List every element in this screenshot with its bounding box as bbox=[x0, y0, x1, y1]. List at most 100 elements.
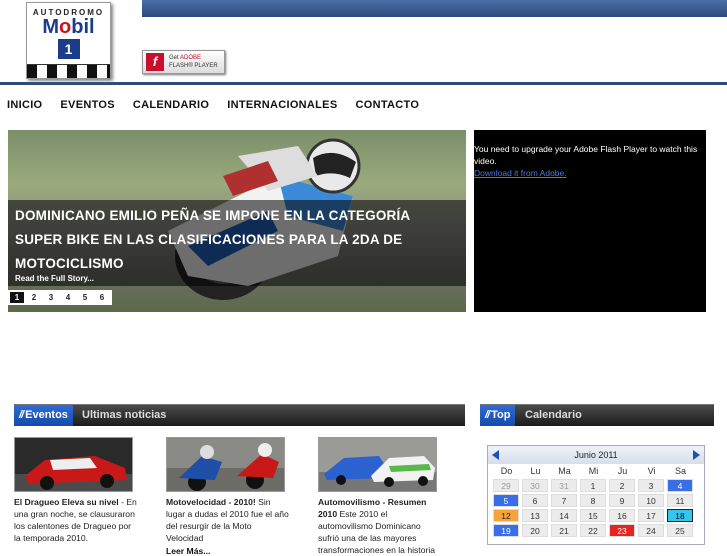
calendar-day[interactable]: 24 bbox=[638, 524, 664, 537]
motorcycle-race-image bbox=[167, 438, 284, 491]
events-calendar: Junio 2011 Do Lu Ma Mi Ju Vi Sa 29 30 31… bbox=[487, 445, 705, 545]
slider-page-5[interactable]: 5 bbox=[78, 292, 92, 303]
logo-brand-rest: bil bbox=[71, 16, 95, 38]
news-title-dragueo[interactable]: El Dragueo Eleva su nivel bbox=[14, 497, 119, 507]
flash-icon: f bbox=[146, 53, 164, 71]
logo-brand-m: M bbox=[42, 16, 60, 38]
eventos-section-bar: //Eventos Ultimas noticias bbox=[14, 404, 465, 426]
top-slashes: // bbox=[485, 409, 490, 421]
slider-page-3[interactable]: 3 bbox=[44, 292, 58, 303]
weekday-label: Ju bbox=[617, 466, 628, 476]
race-car-image bbox=[15, 438, 132, 491]
news-card-automovilismo: Automovilismo - Resumen 2010 Este 2010 e… bbox=[318, 437, 443, 556]
calendar-day-today[interactable]: 18 bbox=[667, 509, 693, 522]
weekday-label: Sa bbox=[674, 466, 686, 476]
news-thumbnail-dragueo[interactable] bbox=[14, 437, 133, 492]
calendar-day-event[interactable]: 4 bbox=[667, 479, 693, 492]
calendar-day[interactable]: 14 bbox=[551, 509, 577, 522]
weekday-label: Ma bbox=[558, 466, 571, 476]
calendar-day[interactable]: 13 bbox=[522, 509, 548, 522]
eventos-tag-label: Eventos bbox=[25, 409, 68, 421]
autodromo-mobil-logo[interactable]: AUTODROMO Mobil 1 bbox=[26, 2, 111, 79]
eventos-tag[interactable]: //Eventos bbox=[14, 405, 73, 426]
featured-slider[interactable]: DOMINICANO EMILIO PEÑA SE IMPONE EN LA C… bbox=[8, 130, 466, 312]
slider-page-4[interactable]: 4 bbox=[61, 292, 75, 303]
news-title-motovelocidad[interactable]: Motovelocidad - 2010! bbox=[166, 497, 256, 507]
calendar-day[interactable]: 25 bbox=[667, 524, 693, 537]
touring-cars-image bbox=[319, 438, 436, 491]
calendar-section-bar: //Top Calendario bbox=[480, 404, 714, 426]
calendar-day[interactable]: 6 bbox=[522, 494, 548, 507]
leer-mas-link[interactable]: Leer Más... bbox=[166, 546, 291, 556]
calendar-day[interactable]: 17 bbox=[638, 509, 664, 522]
flash-button-text: Get ADOBE FLASH® PLAYER bbox=[169, 54, 218, 70]
flash-upgrade-message: You need to upgrade your Adobe Flash Pla… bbox=[474, 143, 706, 179]
calendar-day[interactable]: 16 bbox=[609, 509, 635, 522]
calendar-day[interactable]: 7 bbox=[551, 494, 577, 507]
calendar-day[interactable]: 20 bbox=[522, 524, 548, 537]
main-nav: INICIO EVENTOS CALENDARIO INTERNACIONALE… bbox=[7, 99, 419, 111]
calendar-day[interactable]: 22 bbox=[580, 524, 606, 537]
read-full-story-link[interactable]: Read the Full Story... bbox=[15, 274, 94, 283]
header-divider bbox=[0, 82, 727, 85]
calendar-header: Junio 2011 bbox=[488, 446, 704, 464]
calendar-day[interactable]: 29 bbox=[493, 479, 519, 492]
eventos-slashes: // bbox=[19, 409, 24, 421]
checkered-flag-icon bbox=[27, 64, 110, 78]
flash-line1-prefix: Get bbox=[169, 55, 181, 61]
logo-brand-o: o bbox=[59, 16, 72, 38]
news-thumbnail-motovelocidad[interactable] bbox=[166, 437, 285, 492]
flash-line2: FLASH® PLAYER bbox=[169, 63, 218, 69]
slider-page-6[interactable]: 6 bbox=[95, 292, 109, 303]
nav-eventos[interactable]: EVENTOS bbox=[60, 99, 114, 111]
slider-page-2[interactable]: 2 bbox=[27, 292, 41, 303]
nav-internacionales[interactable]: INTERNACIONALES bbox=[227, 99, 337, 111]
calendar-day[interactable]: 15 bbox=[580, 509, 606, 522]
calendar-day[interactable]: 21 bbox=[551, 524, 577, 537]
nav-calendario[interactable]: CALENDARIO bbox=[133, 99, 209, 111]
next-month-arrow-icon[interactable] bbox=[693, 450, 700, 460]
calendar-day[interactable]: 31 bbox=[551, 479, 577, 492]
logo-badge: 1 bbox=[57, 39, 80, 59]
news-thumbnail-automovilismo[interactable] bbox=[318, 437, 437, 492]
calendar-day[interactable]: 8 bbox=[580, 494, 606, 507]
slider-page-1[interactable]: 1 bbox=[10, 292, 24, 303]
calendar-section-title: Calendario bbox=[525, 409, 582, 421]
news-card-dragueo: El Dragueo Eleva su nivel - En una gran … bbox=[14, 437, 139, 544]
top-tag[interactable]: //Top bbox=[480, 405, 516, 426]
calendar-day[interactable]: 11 bbox=[667, 494, 693, 507]
top-tag-label: Top bbox=[491, 409, 511, 421]
flash-line1-brand: ADOBE bbox=[180, 55, 202, 61]
weekday-label: Mi bbox=[588, 466, 599, 476]
news-card-motovelocidad: Motovelocidad - 2010! Sin lugar a dudas … bbox=[166, 437, 291, 556]
calendar-day-event[interactable]: 5 bbox=[493, 494, 519, 507]
weekday-label: Lu bbox=[530, 466, 541, 476]
flash-upgrade-text: You need to upgrade your Adobe Flash Pla… bbox=[474, 144, 698, 166]
calendar-day[interactable]: 9 bbox=[609, 494, 635, 507]
news-body-motovelocidad: Motovelocidad - 2010! Sin lugar a dudas … bbox=[166, 496, 291, 544]
calendar-day[interactable]: 2 bbox=[609, 479, 635, 492]
news-body-dragueo: El Dragueo Eleva su nivel - En una gran … bbox=[14, 496, 139, 544]
calendar-day-race[interactable]: 23 bbox=[609, 524, 635, 537]
slider-pager: 1 2 3 4 5 6 bbox=[8, 290, 112, 305]
calendar-day-event[interactable]: 19 bbox=[493, 524, 519, 537]
download-adobe-link[interactable]: Download it from Adobe. bbox=[474, 168, 567, 178]
calendar-day-highlight[interactable]: 12 bbox=[493, 509, 519, 522]
news-body-automovilismo: Automovilismo - Resumen 2010 Este 2010 e… bbox=[318, 496, 443, 556]
weekday-label: Do bbox=[500, 466, 513, 476]
slider-headline[interactable]: DOMINICANO EMILIO PEÑA SE IMPONE EN LA C… bbox=[15, 204, 455, 276]
calendar-month-label: Junio 2011 bbox=[574, 450, 618, 460]
calendar-grid: Do Lu Ma Mi Ju Vi Sa 29 30 31 1 2 3 4 5 … bbox=[488, 464, 704, 538]
calendar-day[interactable]: 3 bbox=[638, 479, 664, 492]
nav-inicio[interactable]: INICIO bbox=[7, 99, 42, 111]
weekday-label: Vi bbox=[647, 466, 656, 476]
nav-contacto[interactable]: CONTACTO bbox=[355, 99, 419, 111]
get-flash-player-button[interactable]: f Get ADOBE FLASH® PLAYER bbox=[142, 50, 225, 74]
prev-month-arrow-icon[interactable] bbox=[492, 450, 499, 460]
eventos-section-title: Ultimas noticias bbox=[82, 409, 167, 421]
video-player[interactable]: You need to upgrade your Adobe Flash Pla… bbox=[474, 130, 706, 312]
logo-brand: Mobil bbox=[27, 17, 110, 37]
calendar-day[interactable]: 10 bbox=[638, 494, 664, 507]
calendar-day[interactable]: 1 bbox=[580, 479, 606, 492]
calendar-day[interactable]: 30 bbox=[522, 479, 548, 492]
